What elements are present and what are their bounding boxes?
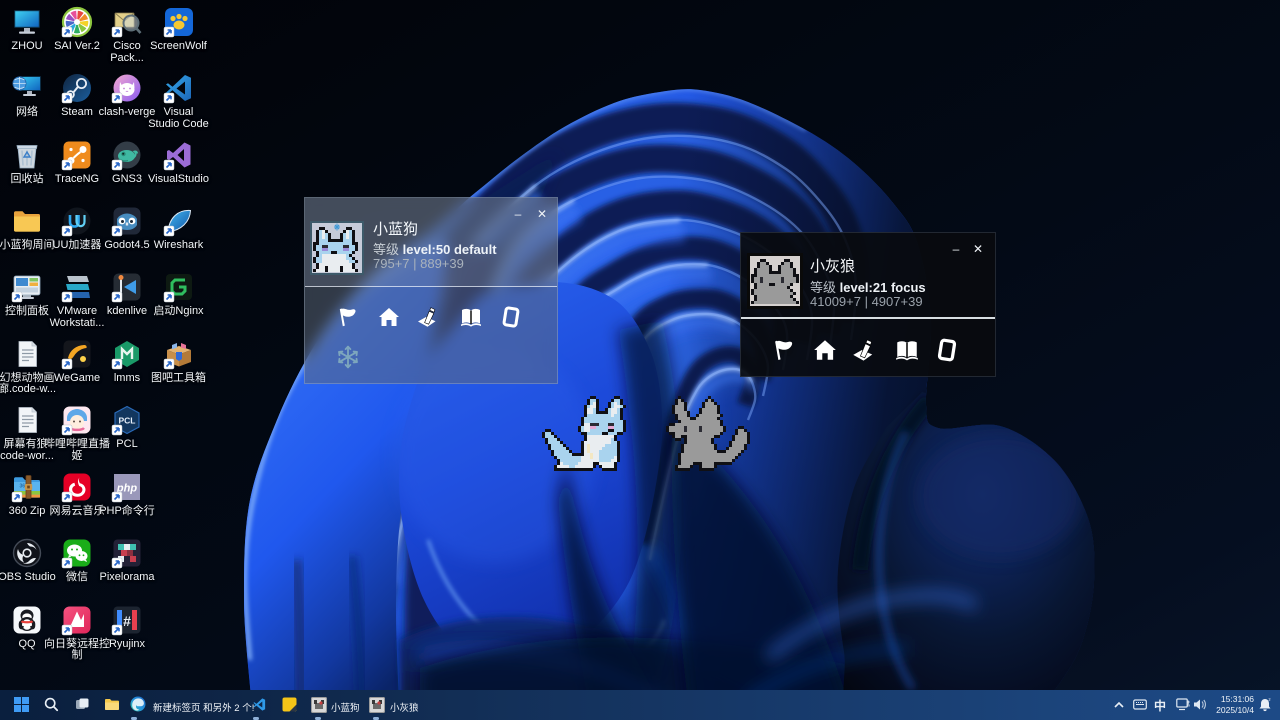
svg-text:PCL: PCL [119,416,136,426]
svg-text:#: # [123,613,131,629]
svg-text:²: ² [1269,699,1271,705]
